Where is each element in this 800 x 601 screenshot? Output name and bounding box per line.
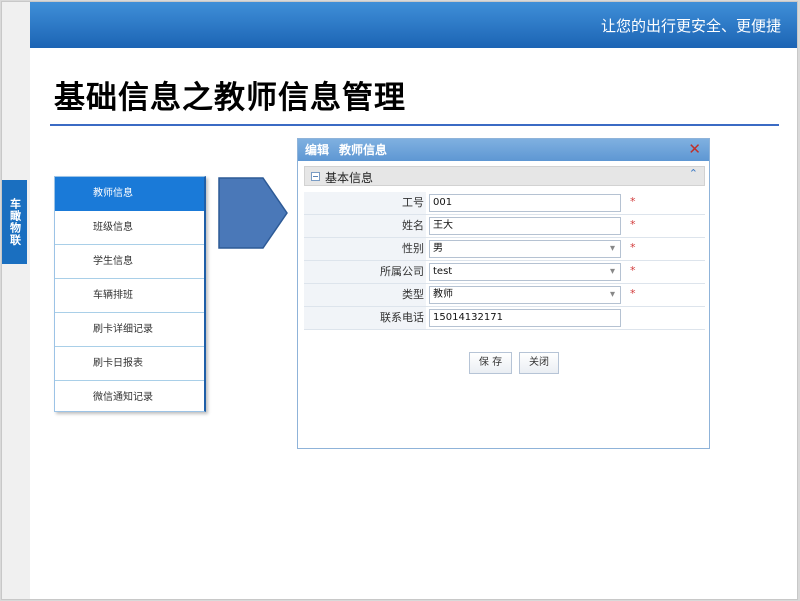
phone-field[interactable]: 15014132171 [429,309,621,327]
type-select[interactable]: 教师 [429,286,621,304]
edit-dialog: 编辑教师信息 ✕ 基本信息 ⌃ 工号 001 * 姓名 王大 * 性别 男 * [297,138,710,449]
nav-item-student-info[interactable]: 学生信息 [55,245,204,279]
sidebar-nav: 教师信息 班级信息 学生信息 车辆排班 刷卡详细记录 刷卡日报表 微信通知记录 [54,176,206,412]
nav-item-teacher-info[interactable]: 教师信息 [55,177,204,211]
required-mark: * [630,241,636,254]
title-divider [50,124,779,126]
name-label: 姓名 [304,215,426,237]
form-row-gender: 性别 男 * [304,238,705,261]
dialog-title-action: 编辑 [305,143,330,157]
section-title: 基本信息 [325,171,374,185]
page-title: 基础信息之教师信息管理 [54,80,406,116]
name-field[interactable]: 王大 [429,217,621,235]
required-mark: * [630,195,636,208]
form-row-type: 类型 教师 * [304,284,705,307]
required-mark: * [630,264,636,277]
section-header: 基本信息 ⌃ [304,166,705,186]
gender-value: 男 [433,243,443,254]
brand-tab: 车瞰物联 [2,180,27,264]
nav-item-vehicle-schedule[interactable]: 车辆排班 [55,279,204,313]
gender-label: 性别 [304,238,426,260]
required-mark: * [630,218,636,231]
phone-label: 联系电话 [304,307,426,329]
nav-item-wechat-notice-records[interactable]: 微信通知记录 [55,381,204,415]
type-label: 类型 [304,284,426,306]
arrow-right-icon [218,177,288,249]
company-label: 所属公司 [304,261,426,283]
teacher-form: 工号 001 * 姓名 王大 * 性别 男 * 所属公司 test * 类型 教 [304,192,705,330]
company-value: test [433,266,453,277]
nav-item-card-daily-report[interactable]: 刷卡日报表 [55,347,204,381]
nav-item-class-info[interactable]: 班级信息 [55,211,204,245]
form-row-employee-id: 工号 001 * [304,192,705,215]
dialog-header: 编辑 教师信息 ✕ [298,139,709,161]
form-row-phone: 联系电话 15014132171 [304,307,705,330]
type-value: 教师 [433,289,453,300]
close-button[interactable]: 关闭 [519,352,559,374]
top-banner: 让您的出行更安全、更便捷 [30,2,797,48]
slide: 车瞰物联 让您的出行更安全、更便捷 基础信息之教师信息管理 教师信息 班级信息 … [1,1,798,600]
close-icon[interactable]: ✕ [688,139,701,160]
left-strip [2,2,30,599]
employee-id-label: 工号 [304,192,426,214]
gender-select[interactable]: 男 [429,240,621,258]
dialog-title-entity: 教师信息 [339,143,388,157]
slogan: 让您的出行更安全、更便捷 [600,17,781,35]
form-row-name: 姓名 王大 * [304,215,705,238]
form-row-company: 所属公司 test * [304,261,705,284]
nav-item-card-detail-records[interactable]: 刷卡详细记录 [55,313,204,347]
section-toggle-icon[interactable] [311,172,320,181]
company-select[interactable]: test [429,263,621,281]
required-mark: * [630,287,636,300]
save-button[interactable]: 保 存 [469,352,512,374]
employee-id-field[interactable]: 001 [429,194,621,212]
collapse-icon[interactable]: ⌃ [689,167,698,180]
